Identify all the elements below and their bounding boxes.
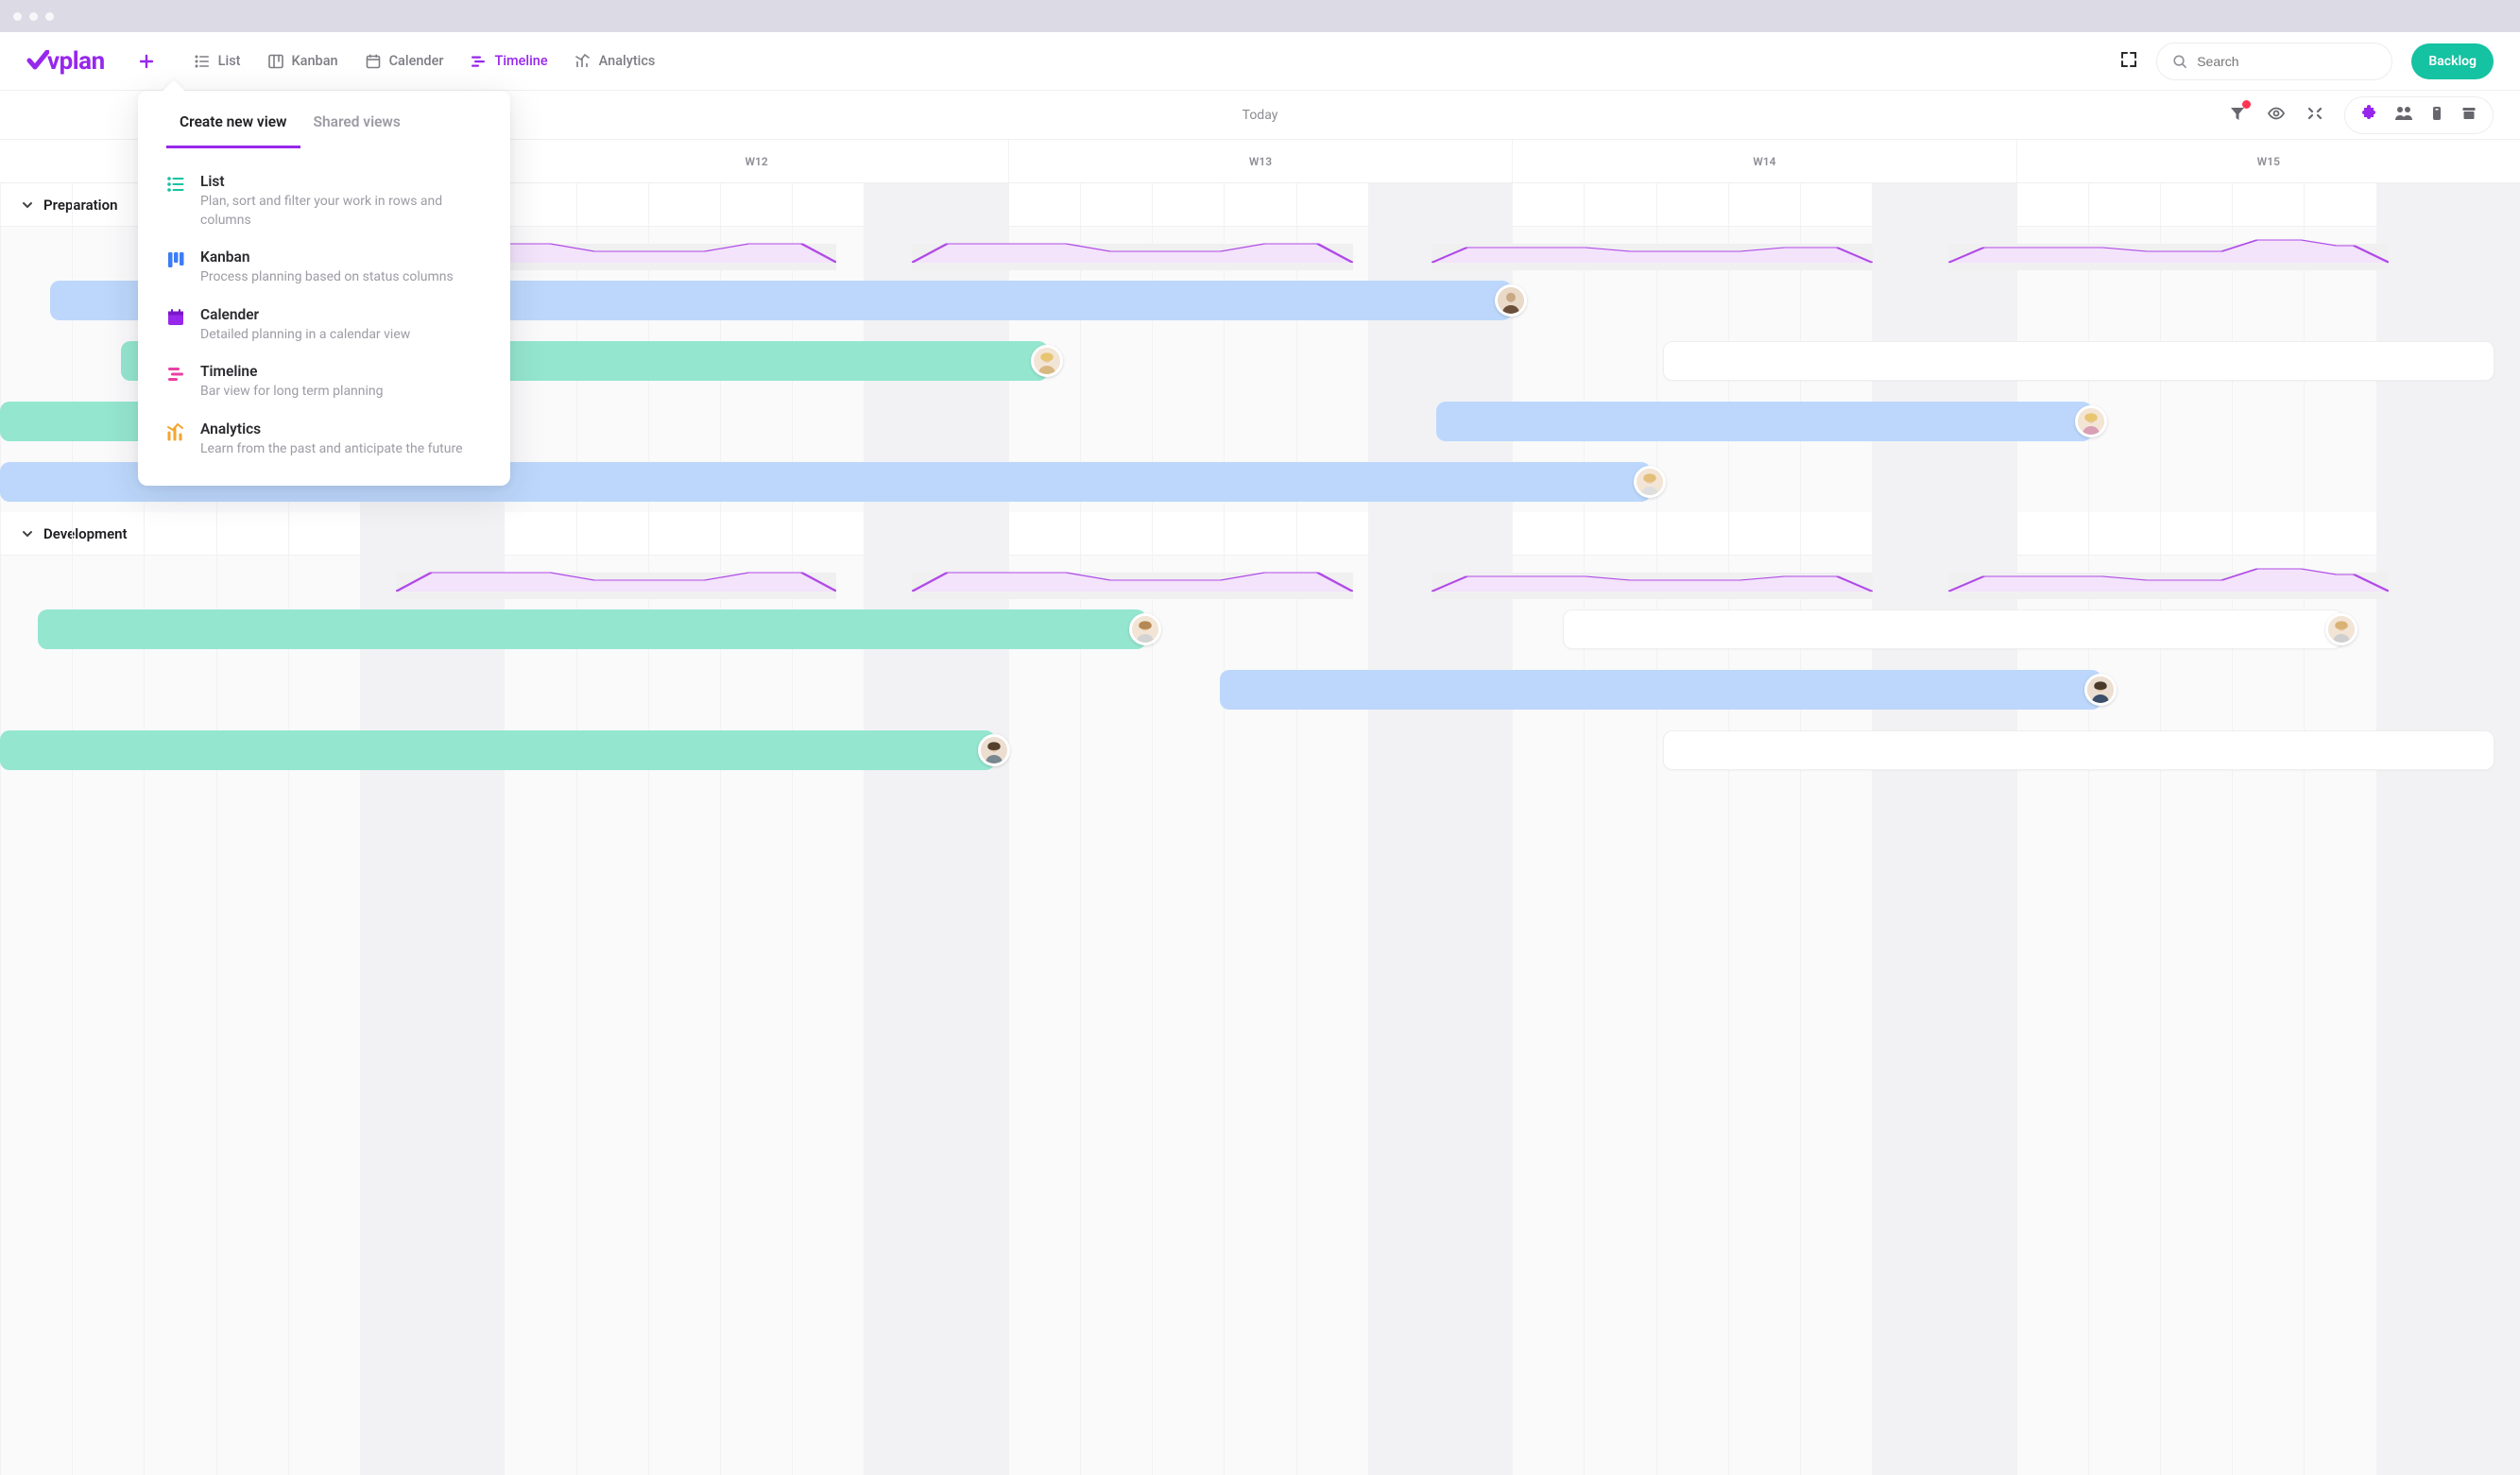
filter-button[interactable] <box>2229 105 2246 126</box>
chevron-down-icon <box>21 527 34 540</box>
today-label[interactable]: Today <box>1243 108 1278 123</box>
puzzle-icon <box>2360 105 2377 122</box>
create-view-popover: Create new view Shared views List Plan, … <box>138 91 510 486</box>
tools-icon <box>2306 105 2323 122</box>
list-icon <box>194 53 211 70</box>
task-bar[interactable] <box>0 730 995 770</box>
popover-tab-shared[interactable]: Shared views <box>300 94 414 148</box>
tab-list[interactable]: List <box>182 45 252 77</box>
avatar[interactable] <box>1129 613 1161 645</box>
avatar[interactable] <box>2325 613 2357 645</box>
analytics-icon <box>166 422 185 441</box>
fullscreen-button[interactable] <box>2120 51 2137 72</box>
kanban-icon <box>267 53 284 70</box>
brand-logo[interactable]: vplan <box>26 47 105 76</box>
timeline-icon <box>166 365 185 384</box>
logo-check-icon <box>26 50 49 73</box>
filter-badge <box>2242 100 2251 109</box>
kanban-icon <box>166 250 185 269</box>
puzzle-button[interactable] <box>2360 105 2377 126</box>
section-header-development[interactable]: Development <box>0 512 2520 556</box>
team-icon <box>2394 105 2413 122</box>
week-label: W15 <box>2016 140 2520 182</box>
eye-icon <box>2267 104 2286 123</box>
archive-icon <box>2460 105 2477 122</box>
timeline-icon <box>470 53 487 70</box>
team-button[interactable] <box>2394 105 2413 126</box>
search-icon <box>2172 53 2187 70</box>
tab-kanban[interactable]: Kanban <box>256 45 350 77</box>
calendar-icon <box>166 308 185 327</box>
task-row <box>0 720 2520 780</box>
avatar[interactable] <box>978 734 1010 766</box>
top-nav: vplan List Kanban <box>0 32 2520 91</box>
window-dot <box>45 12 54 21</box>
view-options-group <box>2344 96 2494 134</box>
popover-item-timeline[interactable]: Timeline Bar view for long term planning <box>161 353 488 411</box>
expand-icon <box>2120 51 2137 68</box>
avatar[interactable] <box>1031 345 1063 377</box>
task-bar[interactable] <box>1436 402 2091 441</box>
task-bar[interactable] <box>1663 730 2494 770</box>
task-row <box>0 660 2520 720</box>
tools-button[interactable] <box>2306 105 2323 126</box>
avatar[interactable] <box>1634 466 1666 498</box>
create-view-button[interactable] <box>131 46 162 77</box>
tab-timeline[interactable]: Timeline <box>458 45 558 77</box>
window-dot <box>13 12 22 21</box>
window-titlebar <box>0 0 2520 32</box>
window-dot <box>29 12 38 21</box>
calendar-icon <box>365 53 382 70</box>
analytics-icon <box>574 53 591 70</box>
popover-tab-create[interactable]: Create new view <box>166 94 300 148</box>
backlog-button[interactable]: Backlog <box>2411 43 2494 79</box>
task-bar[interactable] <box>1220 670 2101 710</box>
task-bar[interactable] <box>1563 609 2344 649</box>
popover-item-list[interactable]: List Plan, sort and filter your work in … <box>161 163 488 239</box>
resource-icon <box>2430 105 2443 122</box>
task-bar[interactable] <box>38 609 1146 649</box>
avatar[interactable] <box>2084 674 2117 706</box>
task-row <box>0 599 2520 660</box>
search-input[interactable] <box>2197 54 2376 69</box>
week-label: W14 <box>1512 140 2015 182</box>
resource-button[interactable] <box>2430 105 2443 126</box>
tab-calendar[interactable]: Calender <box>353 45 455 77</box>
week-label: W13 <box>1008 140 1512 182</box>
search-input-wrap[interactable] <box>2156 43 2392 80</box>
capacity-row <box>0 556 2520 599</box>
tab-analytics[interactable]: Analytics <box>563 45 667 77</box>
week-label: W12 <box>504 140 1007 182</box>
popover-item-kanban[interactable]: Kanban Process planning based on status … <box>161 239 488 297</box>
avatar[interactable] <box>2075 405 2107 437</box>
archive-button[interactable] <box>2460 105 2477 126</box>
section-rows-development <box>0 556 2520 780</box>
plus-icon <box>139 54 154 69</box>
popover-item-calendar[interactable]: Calender Detailed planning in a calendar… <box>161 297 488 354</box>
popover-item-analytics[interactable]: Analytics Learn from the past and antici… <box>161 411 488 469</box>
visibility-button[interactable] <box>2267 104 2286 127</box>
view-tabs: List Kanban Calender <box>182 45 667 77</box>
task-bar[interactable] <box>1663 341 2494 381</box>
list-icon <box>166 175 185 194</box>
avatar[interactable] <box>1495 284 1527 317</box>
chevron-down-icon <box>21 198 34 212</box>
